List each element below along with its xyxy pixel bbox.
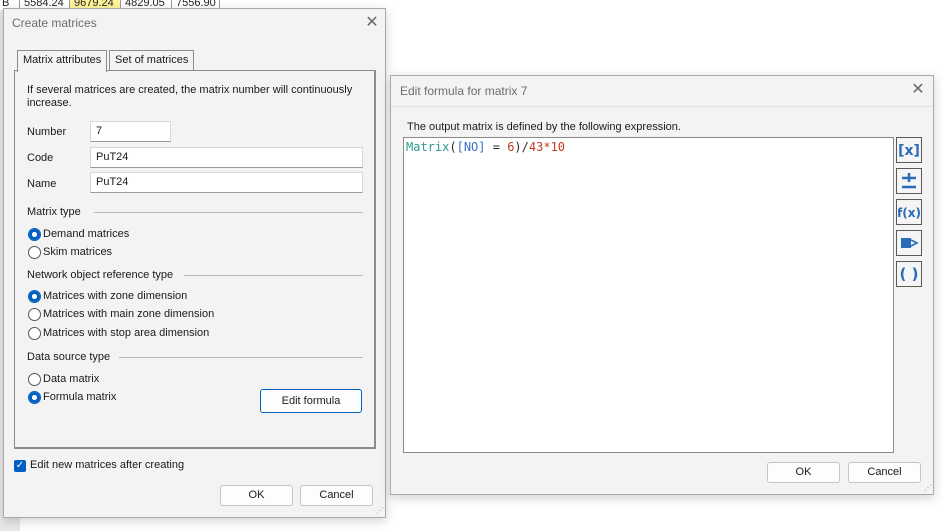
divider xyxy=(94,212,363,213)
edit-after-create-checkbox[interactable]: ✓ xyxy=(14,460,26,472)
info-text: If several matrices are created, the mat… xyxy=(27,84,353,96)
cancel-button[interactable]: Cancel xyxy=(848,462,921,483)
resize-grip-icon[interactable]: ⋰ xyxy=(374,506,384,516)
formula-matrix-radio[interactable] xyxy=(28,391,41,404)
dialog-title: Create matrices xyxy=(12,16,97,30)
reference-type-heading: Network object reference type xyxy=(27,269,174,281)
formula-token-operator: )/ xyxy=(514,140,529,154)
svg-text:f(x): f(x) xyxy=(898,206,920,220)
tab-set-of-matrices[interactable]: Set of matrices xyxy=(109,50,195,71)
data-matrix-radio[interactable] xyxy=(28,373,41,386)
code-label: Code xyxy=(27,152,54,164)
info-text: increase. xyxy=(27,97,72,109)
formula-token-number: 43 xyxy=(528,140,544,154)
plus-minus-icon[interactable] xyxy=(896,168,922,194)
skim-matrices-label: Skim matrices xyxy=(43,246,113,258)
edit-formula-dialog: Edit formula for matrix 7 ✕ The output m… xyxy=(390,75,934,495)
resize-grip-icon[interactable]: ⋰ xyxy=(922,483,932,493)
insert-attribute-icon[interactable]: [x] xyxy=(896,137,922,163)
name-label: Name xyxy=(27,178,57,190)
divider xyxy=(184,275,363,276)
tab-matrix-attributes[interactable]: Matrix attributes xyxy=(17,50,108,72)
formula-token-operator: = xyxy=(485,140,508,154)
function-icon[interactable]: f(x) xyxy=(896,199,922,225)
svg-text:( ): ( ) xyxy=(900,265,919,283)
parentheses-icon[interactable]: ( ) xyxy=(896,261,922,287)
data-source-heading: Data source type xyxy=(27,351,111,363)
close-icon[interactable]: ✕ xyxy=(365,15,379,31)
number-field[interactable]: 7 xyxy=(90,121,171,142)
formula-editor[interactable]: Matrix([NO] = 6)/43*10 xyxy=(403,137,894,453)
skim-matrices-radio[interactable] xyxy=(28,246,41,259)
demand-matrices-radio[interactable] xyxy=(28,228,41,241)
matrix-type-heading: Matrix type xyxy=(27,206,81,218)
formula-description: The output matrix is defined by the foll… xyxy=(407,121,681,133)
close-icon[interactable]: ✕ xyxy=(911,82,925,98)
dialog-title: Edit formula for matrix 7 xyxy=(400,84,528,98)
main-zone-dimension-label: Matrices with main zone dimension xyxy=(43,308,215,320)
formula-token-operator: * xyxy=(543,140,551,154)
stop-area-dimension-label: Matrices with stop area dimension xyxy=(43,327,210,339)
divider xyxy=(119,357,363,358)
zone-dimension-label: Matrices with zone dimension xyxy=(43,290,188,302)
ok-button[interactable]: OK xyxy=(220,485,293,506)
name-field[interactable]: PuT24 xyxy=(90,172,363,193)
stop-area-dimension-radio[interactable] xyxy=(28,327,41,340)
svg-text:[x]: [x] xyxy=(899,143,919,159)
dialog-header-divider xyxy=(391,106,933,107)
edit-formula-button[interactable]: Edit formula xyxy=(260,389,362,413)
main-zone-dimension-radio[interactable] xyxy=(28,308,41,321)
cancel-button[interactable]: Cancel xyxy=(300,485,373,506)
insert-matrix-icon[interactable] xyxy=(896,230,922,256)
demand-matrices-label: Demand matrices xyxy=(43,228,130,240)
formula-token-attribute: [NO] xyxy=(456,140,486,154)
zone-dimension-radio[interactable] xyxy=(28,290,41,303)
formula-token-operator: ( xyxy=(449,140,457,154)
formula-matrix-label: Formula matrix xyxy=(43,391,117,403)
formula-token-number: 10 xyxy=(550,140,566,154)
ok-button[interactable]: OK xyxy=(767,462,840,483)
formula-token-function: Matrix xyxy=(406,140,450,154)
data-matrix-label: Data matrix xyxy=(43,373,100,385)
create-matrices-dialog: Create matrices ✕ Matrix attributes Set … xyxy=(3,8,386,518)
number-label: Number xyxy=(27,126,67,138)
code-field[interactable]: PuT24 xyxy=(90,147,363,168)
edit-after-create-label: Edit new matrices after creating xyxy=(30,459,185,471)
